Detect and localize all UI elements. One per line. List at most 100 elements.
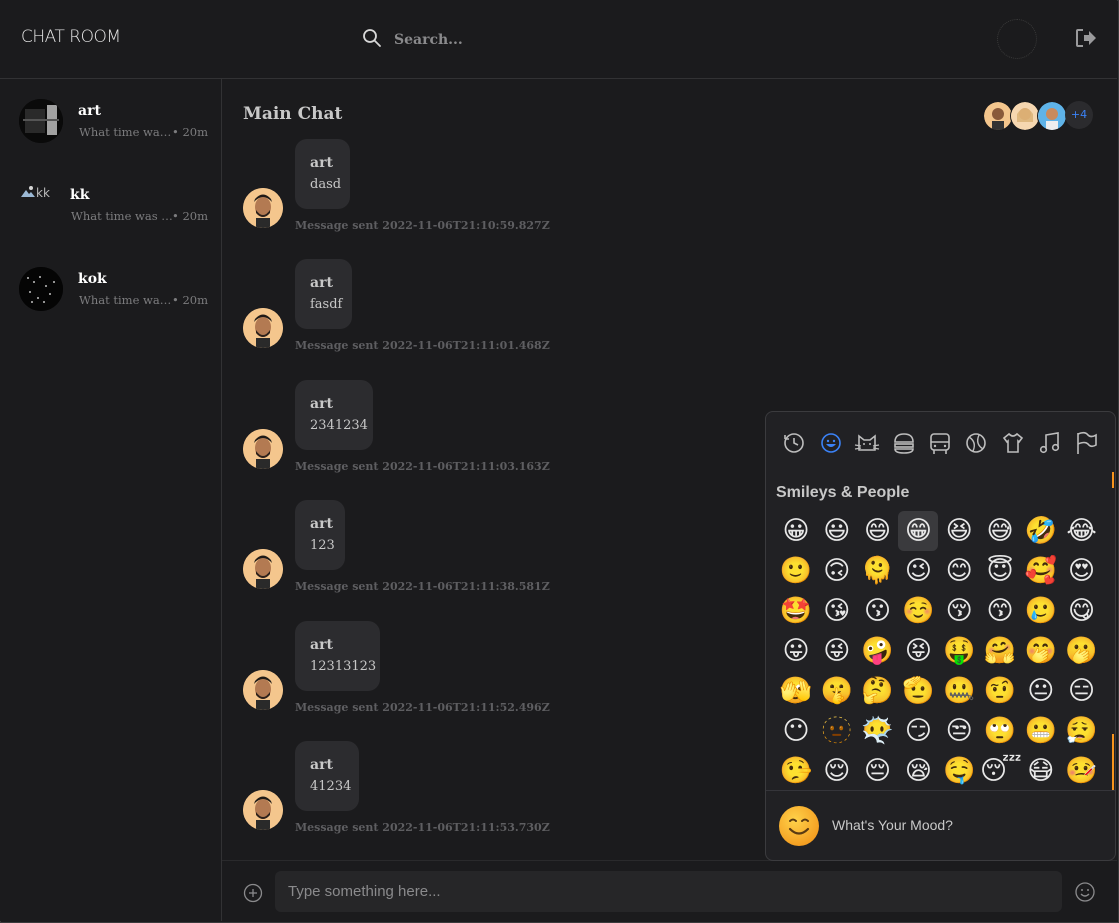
emoji-button[interactable]: 🤤: [939, 751, 979, 791]
emoji-button[interactable]: 😌: [817, 751, 857, 791]
message-avatar[interactable]: [243, 188, 283, 228]
message-avatar[interactable]: [243, 308, 283, 349]
emoji-button[interactable]: 🤔: [858, 671, 898, 711]
emoji-button[interactable]: 😘: [817, 591, 857, 631]
user-avatar[interactable]: [997, 19, 1037, 59]
emoji-button[interactable]: 😶‍🌫️: [858, 711, 898, 751]
emoji-button[interactable]: 🤗: [980, 631, 1020, 671]
emoji-button[interactable]: 😷: [1021, 751, 1061, 791]
top-bar: CHAT ROOM: [0, 0, 1117, 79]
add-attachment-icon[interactable]: [243, 883, 263, 903]
avatar-image: [19, 267, 63, 311]
emoji-button[interactable]: 🥲: [1021, 591, 1061, 631]
emoji-button[interactable]: 🤭: [1021, 631, 1061, 671]
avatar-image: [243, 428, 283, 469]
emoji-button[interactable]: 🤐: [939, 671, 979, 711]
emoji-button[interactable]: 🫠: [858, 551, 898, 591]
emoji-button[interactable]: 😁: [898, 511, 939, 551]
conversation-item[interactable]: kk kk What time was the meeting again? •…: [0, 163, 221, 233]
emoji-button[interactable]: 🥰: [1021, 551, 1061, 591]
search-bar: [362, 26, 762, 54]
message-text: dasd: [310, 177, 342, 192]
emoji-button[interactable]: 😒: [939, 711, 979, 751]
emoji-button[interactable]: 😆: [939, 511, 979, 551]
animals-icon[interactable]: [854, 430, 880, 456]
emoji-button[interactable]: 🤣: [1021, 511, 1061, 551]
message-input[interactable]: [275, 871, 1062, 912]
emoji-button[interactable]: 😛: [776, 631, 816, 671]
message-text: 12313123: [310, 658, 377, 674]
travel-icon[interactable]: [927, 430, 953, 456]
message-bubble: art 123: [295, 500, 345, 571]
emoji-button[interactable]: 😍: [1062, 551, 1102, 591]
emoji-button[interactable]: 😂: [1062, 511, 1102, 551]
emoji-button[interactable]: 🙄: [980, 711, 1020, 751]
emoji-button[interactable]: 🙂: [776, 551, 816, 591]
message-row: art dasd Message sent 2022-11-06T21:10:59.…: [243, 139, 743, 239]
scroll-indicator: [1112, 734, 1114, 790]
conversation-time: • 20m: [172, 293, 208, 307]
emoji-button[interactable]: 😶: [776, 711, 816, 751]
message-bubble: art dasd: [295, 139, 350, 209]
message-bubble: art 41234: [295, 741, 359, 811]
member-avatar: [983, 101, 1013, 131]
emoji-button[interactable]: ☺️: [898, 591, 938, 631]
emoji-button[interactable]: 🫢: [1062, 631, 1102, 671]
emoji-button[interactable]: 🤒: [1062, 751, 1102, 791]
message-author: art: [310, 275, 333, 292]
emoji-button[interactable]: 😏: [898, 711, 938, 751]
emoji-button[interactable]: 🤩: [776, 591, 816, 631]
emoji-button[interactable]: 🤫: [817, 671, 857, 711]
emoji-button[interactable]: 😊: [939, 551, 979, 591]
more-members-badge[interactable]: +4: [1065, 101, 1093, 129]
emoji-button[interactable]: 🫡: [898, 671, 938, 711]
emoji-button[interactable]: 😬: [1021, 711, 1061, 751]
food-icon[interactable]: [891, 430, 917, 456]
emoji-button[interactable]: 😇: [980, 551, 1020, 591]
search-icon: [363, 29, 381, 47]
emoji-button[interactable]: 😜: [817, 631, 857, 671]
recent-icon[interactable]: [781, 430, 807, 456]
message-avatar[interactable]: [243, 790, 283, 830]
emoji-button[interactable]: 😉: [898, 551, 938, 591]
conversation-item[interactable]: kok What time was the meeting again? • 2…: [0, 247, 221, 317]
emoji-button[interactable]: 😝: [898, 631, 938, 671]
message-row: art 41234 Message sent 2022-11-06T21:11:53…: [243, 741, 743, 841]
emoji-button[interactable]: 😮‍💨: [1062, 711, 1102, 751]
emoji-section-title: Smileys & People: [776, 484, 910, 501]
emoji-button[interactable]: 😔: [858, 751, 898, 791]
emoji-button[interactable]: 😑: [1062, 671, 1102, 711]
message-avatar[interactable]: [243, 428, 283, 469]
emoji-button[interactable]: 😄: [858, 511, 898, 551]
conversation-item[interactable]: art What time was the meeting again? • 2…: [0, 79, 221, 149]
emoji-button[interactable]: 😋: [1062, 591, 1102, 631]
emoji-button[interactable]: 😙: [980, 591, 1020, 631]
emoji-button[interactable]: 🤨: [980, 671, 1020, 711]
emoji-button[interactable]: 😅: [980, 511, 1020, 551]
emoji-button[interactable]: 😀: [776, 511, 816, 551]
emoji-button[interactable]: 🤥: [776, 751, 816, 791]
emoji-button[interactable]: 🫥: [817, 711, 857, 751]
emoji-button[interactable]: 🫣: [776, 671, 816, 711]
emoji-button[interactable]: 🤑: [939, 631, 979, 671]
emoji-button[interactable]: 😃: [817, 511, 857, 551]
emoji-button[interactable]: 😗: [858, 591, 898, 631]
emoji-button[interactable]: 🙃: [817, 551, 857, 591]
activity-icon[interactable]: [963, 430, 989, 456]
message-avatar[interactable]: [243, 549, 283, 590]
objects-icon[interactable]: [1000, 430, 1026, 456]
avatar-image: [243, 669, 283, 710]
emoji-button[interactable]: 😪: [898, 751, 938, 791]
emoji-toggle-icon[interactable]: [1074, 881, 1096, 903]
emoji-button[interactable]: 🤪: [858, 631, 898, 671]
flags-icon[interactable]: [1073, 430, 1099, 456]
smileys-icon[interactable]: [818, 430, 844, 456]
logout-icon[interactable]: [1075, 28, 1097, 48]
conversation-name: art: [78, 103, 101, 119]
emoji-button[interactable]: 😴: [980, 751, 1022, 791]
message-avatar[interactable]: [243, 669, 283, 710]
search-input[interactable]: [392, 26, 736, 54]
symbols-icon[interactable]: [1037, 430, 1063, 456]
emoji-button[interactable]: 😐: [1021, 671, 1061, 711]
emoji-button[interactable]: 😚: [939, 591, 979, 631]
